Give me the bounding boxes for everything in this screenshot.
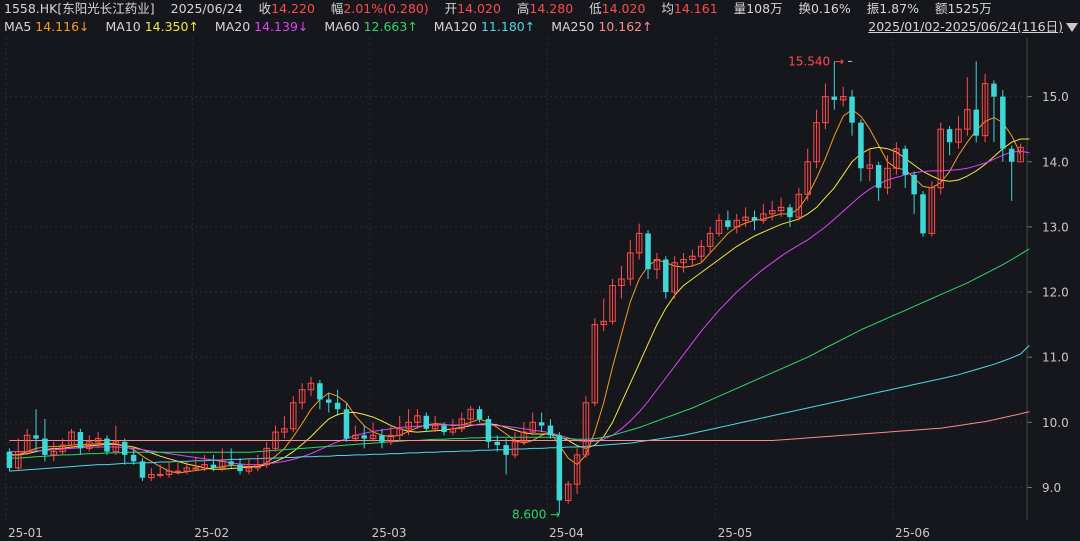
candle-body <box>991 83 997 97</box>
candle-body <box>237 464 243 472</box>
candle-body <box>343 409 350 439</box>
candle-body <box>645 233 651 270</box>
candle-body <box>725 220 731 227</box>
candle-body <box>875 165 882 188</box>
candle-body <box>787 207 793 218</box>
candle-body <box>831 96 838 100</box>
candle-body <box>485 419 492 442</box>
x-tick-label: 25-03 <box>372 526 407 540</box>
candle-body <box>849 96 855 123</box>
x-tick-label: 25-02 <box>194 526 229 540</box>
y-tick-label: 10.0 <box>1042 416 1069 430</box>
candle-body <box>441 425 447 433</box>
candle-body <box>920 194 926 234</box>
ma-line-ma20 <box>9 150 1030 466</box>
candle-body <box>130 454 137 462</box>
min-price-label: 8.600 → <box>512 507 560 521</box>
candle-body <box>476 409 483 420</box>
candle-body <box>1008 148 1015 162</box>
price-axis: 9.0 10.0 11.0 12.0 13.0 14.0 15.0 <box>1026 38 1069 520</box>
ma-line-ma250 <box>9 411 1030 441</box>
candle-body <box>139 461 146 478</box>
date-axis: 25-01 25-02 25-03 25-04 25-05 25-06 <box>8 526 930 540</box>
x-tick-label: 25-01 <box>8 526 43 540</box>
candle-body <box>42 438 48 455</box>
y-tick-label: 9.0 <box>1042 481 1061 495</box>
candle-body <box>121 441 128 455</box>
candle-body <box>210 464 217 468</box>
moving-average-lines <box>9 108 1030 474</box>
x-tick-label: 25-06 <box>895 526 930 540</box>
candle-body <box>911 174 917 195</box>
candle-body <box>228 461 234 465</box>
candles <box>6 61 1024 514</box>
candle-body <box>334 402 341 410</box>
candle-body <box>6 451 13 468</box>
price-annotations: 15.540 → 8.600 → <box>512 54 853 521</box>
candle-body <box>556 435 563 501</box>
candle-body <box>325 399 332 403</box>
candle-body <box>156 473 164 476</box>
candle-body <box>192 467 199 470</box>
candle-body <box>33 435 39 439</box>
candle-body <box>751 217 758 221</box>
candle-body <box>902 148 909 175</box>
candle-body <box>494 441 501 446</box>
candle-body <box>77 432 84 449</box>
candle-body <box>973 109 979 136</box>
candlestick-chart[interactable]: 9.010.011.012.013.014.015.0 25-01 25-02 25… <box>0 0 1080 541</box>
candle-body <box>1000 96 1006 149</box>
candle-body <box>317 383 323 400</box>
y-tick-label: 15.0 <box>1042 90 1069 104</box>
candle-body <box>423 415 430 429</box>
y-tick-label: 12.0 <box>1042 286 1069 300</box>
candle-body <box>503 445 509 455</box>
ma-line-ma10 <box>9 138 1030 470</box>
candle-body <box>858 122 864 169</box>
max-price-label: 15.540 → <box>788 54 844 68</box>
ma-line-ma60 <box>9 248 1030 459</box>
candle-body <box>663 259 669 293</box>
ma-line-ma5 <box>9 108 1022 474</box>
candle-body <box>104 438 110 452</box>
x-tick-label: 25-04 <box>549 526 584 540</box>
candle-body <box>361 435 367 439</box>
candle-body <box>538 422 545 426</box>
y-tick-label: 11.0 <box>1042 351 1069 365</box>
candle-body <box>547 425 554 436</box>
y-tick-label: 13.0 <box>1042 220 1069 234</box>
candle-body <box>379 435 385 442</box>
x-tick-label: 25-05 <box>718 526 753 540</box>
candle-body <box>174 470 182 473</box>
y-tick-label: 14.0 <box>1042 155 1069 169</box>
candle-body <box>946 129 953 143</box>
